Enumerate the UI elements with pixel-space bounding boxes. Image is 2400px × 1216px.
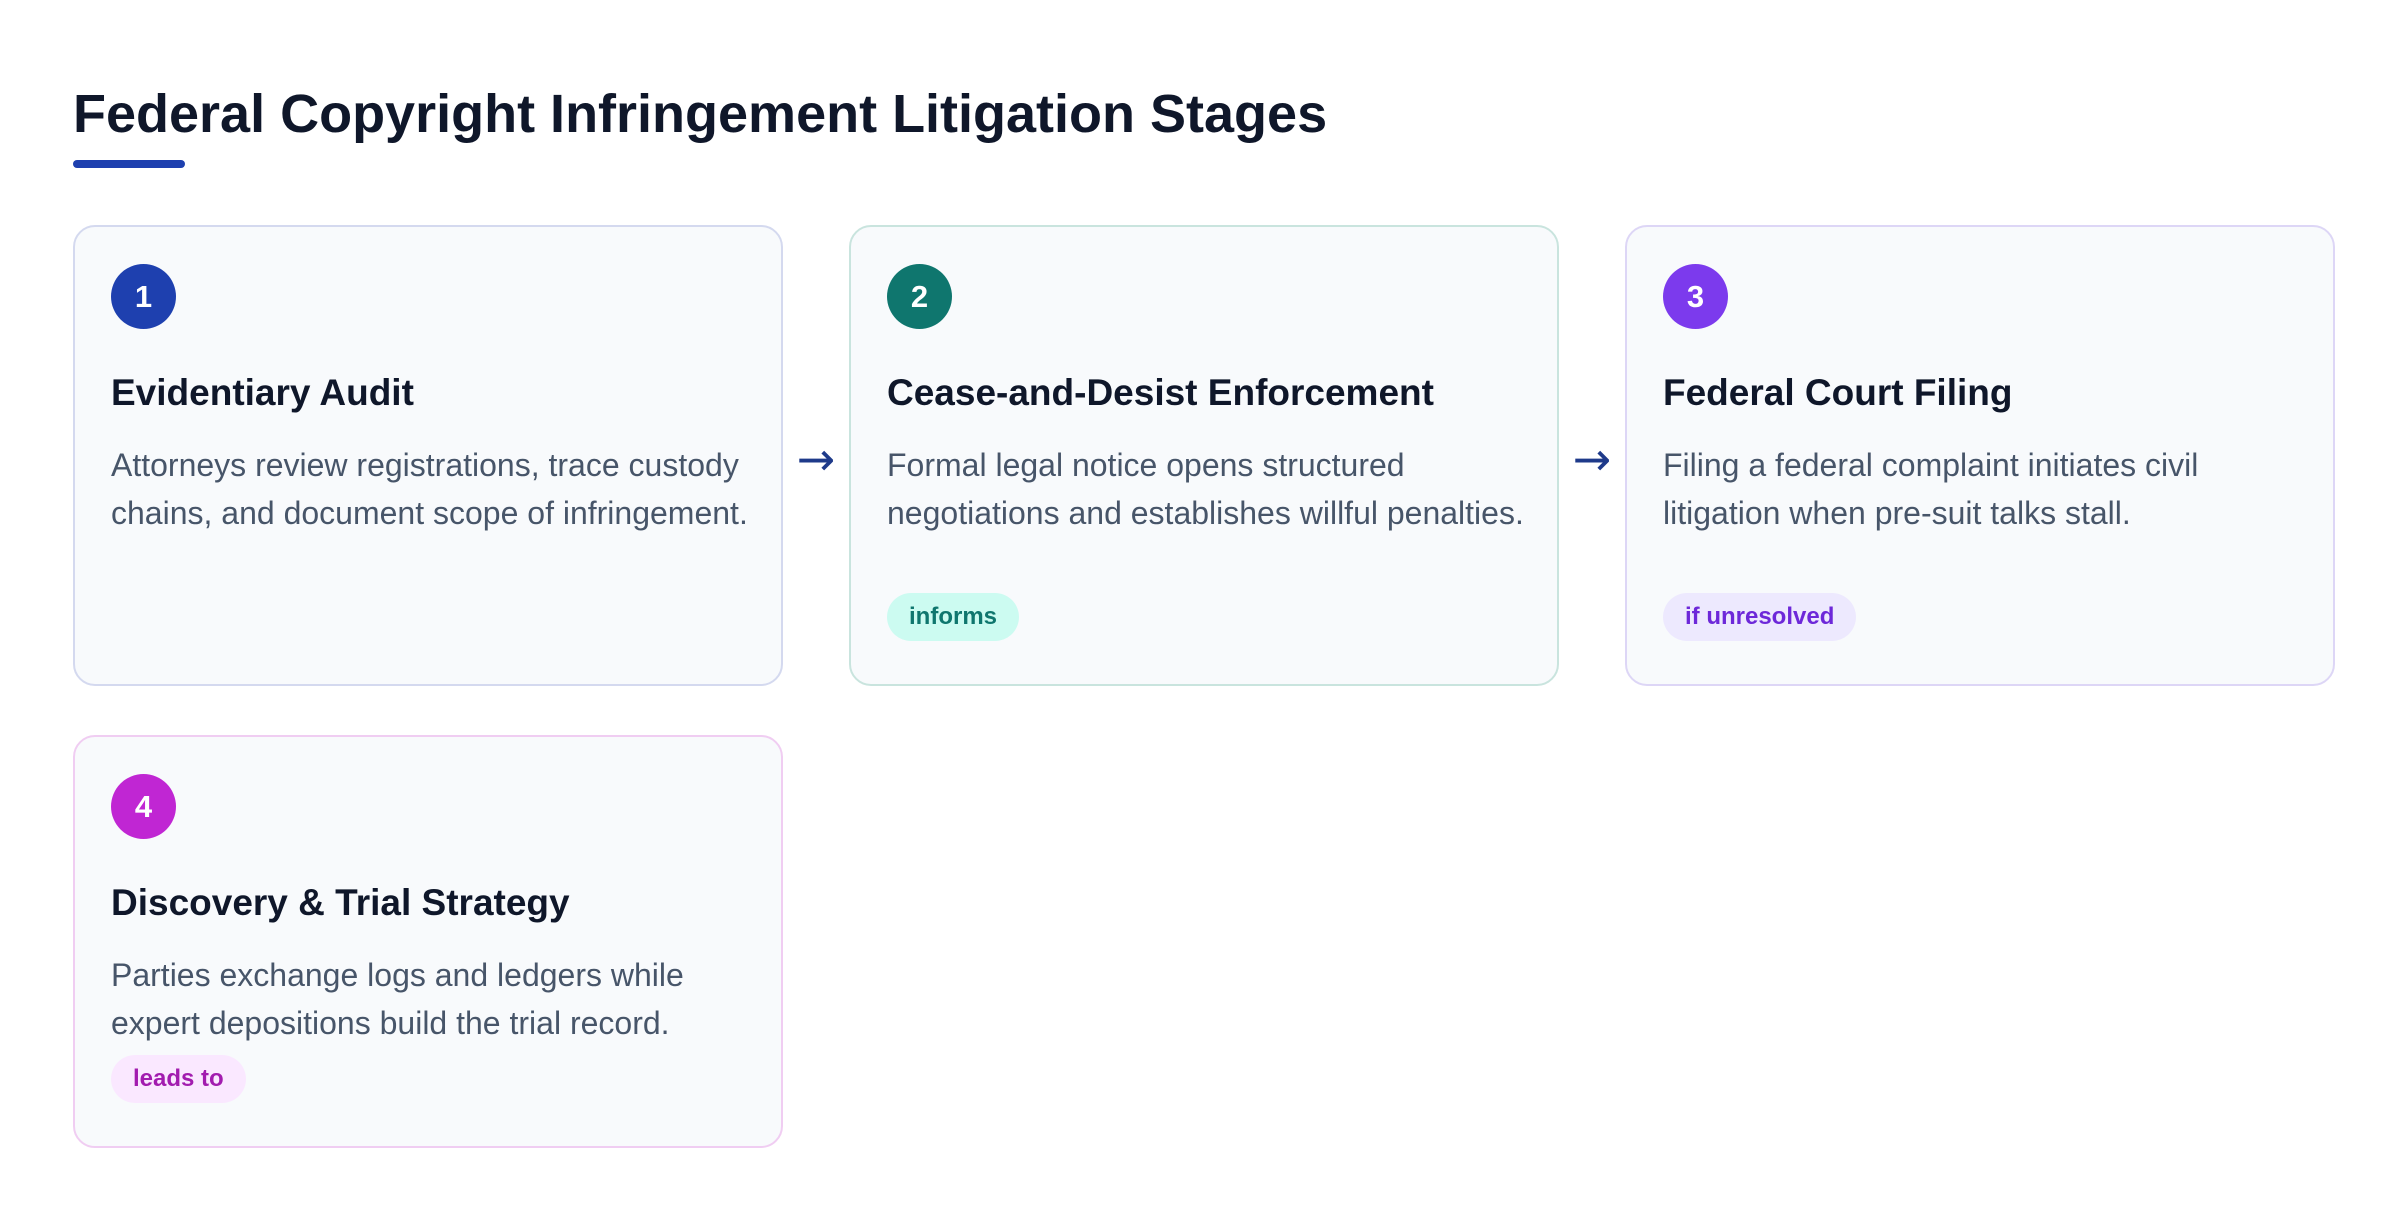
- stage-title: Federal Court Filing: [1663, 372, 2013, 413]
- page-title: Federal Copyright Infringement Litigatio…: [73, 84, 1328, 144]
- relation-tag: informs: [887, 593, 1020, 641]
- relation-tag: if unresolved: [1663, 593, 1857, 641]
- relation-tag: leads to: [111, 1055, 246, 1103]
- stage-number-badge: 1: [111, 264, 176, 329]
- arrow-right-icon: →: [1572, 432, 1612, 486]
- stage-title: Discovery & Trial Strategy: [111, 882, 570, 923]
- stage-number-badge: 4: [111, 774, 176, 839]
- stage-number-badge: 2: [887, 264, 952, 329]
- stage-description: Parties exchange logs and ledgers while …: [111, 957, 684, 1041]
- stage-card-cease-and-desist: 2 Cease-and-Desist Enforcement Formal le…: [849, 225, 1559, 686]
- stage-card-federal-court-filing: 3 Federal Court Filing Filing a federal …: [1625, 225, 2335, 686]
- stage-description: Attorneys review registrations, trace cu…: [111, 447, 748, 531]
- diagram-page: Federal Copyright Infringement Litigatio…: [73, 0, 2335, 1216]
- stage-title: Cease-and-Desist Enforcement: [887, 372, 1434, 413]
- stage-description: Formal legal notice opens structured neg…: [887, 447, 1524, 531]
- stage-description: Filing a federal complaint initiates civ…: [1663, 447, 2199, 531]
- stage-card-evidentiary-audit: 1 Evidentiary Audit Attorneys review reg…: [73, 225, 783, 686]
- stage-card-discovery-trial: 4 Discovery & Trial Strategy Parties exc…: [73, 735, 783, 1148]
- title-underline: [73, 160, 185, 168]
- stage-title: Evidentiary Audit: [111, 372, 414, 413]
- stage-number-badge: 3: [1663, 264, 1728, 329]
- arrow-right-icon: →: [796, 432, 836, 486]
